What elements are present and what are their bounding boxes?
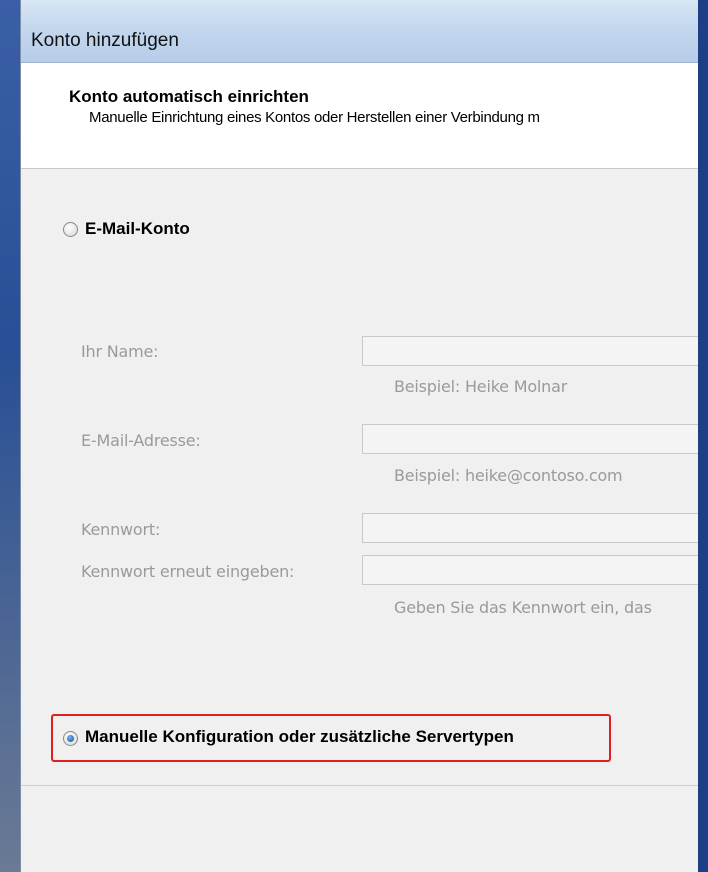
footer-divider bbox=[21, 785, 699, 786]
email-account-label[interactable]: E-Mail-Konto bbox=[85, 219, 190, 239]
manual-config-label[interactable]: Manuelle Konfiguration oder zusätzliche … bbox=[85, 727, 514, 747]
add-account-dialog: Konto hinzufügen Konto automatisch einri… bbox=[20, 0, 699, 872]
background-right-edge bbox=[698, 0, 708, 872]
password-field[interactable] bbox=[362, 513, 699, 543]
email-hint: Beispiel: heike@contoso.com bbox=[394, 466, 623, 485]
title-bar: Konto hinzufügen bbox=[21, 0, 699, 63]
name-hint: Beispiel: Heike Molnar bbox=[394, 377, 568, 396]
background-left-strip bbox=[0, 0, 20, 872]
manual-config-radio[interactable] bbox=[63, 731, 78, 746]
email-field[interactable] bbox=[362, 424, 699, 454]
header-subtitle: Manuelle Einrichtung eines Kontos oder H… bbox=[89, 109, 540, 126]
email-account-radio[interactable] bbox=[63, 222, 78, 237]
password-repeat-field[interactable] bbox=[362, 555, 699, 585]
name-field[interactable] bbox=[362, 336, 699, 366]
name-label: Ihr Name: bbox=[81, 342, 159, 361]
password-hint: Geben Sie das Kennwort ein, das bbox=[394, 598, 652, 617]
dialog-header: Konto automatisch einrichten Manuelle Ei… bbox=[21, 63, 699, 169]
password-repeat-label: Kennwort erneut eingeben: bbox=[81, 562, 295, 581]
header-title: Konto automatisch einrichten bbox=[69, 87, 309, 106]
window-title: Konto hinzufügen bbox=[31, 30, 179, 51]
email-label: E-Mail-Adresse: bbox=[81, 431, 201, 450]
password-label: Kennwort: bbox=[81, 520, 161, 539]
